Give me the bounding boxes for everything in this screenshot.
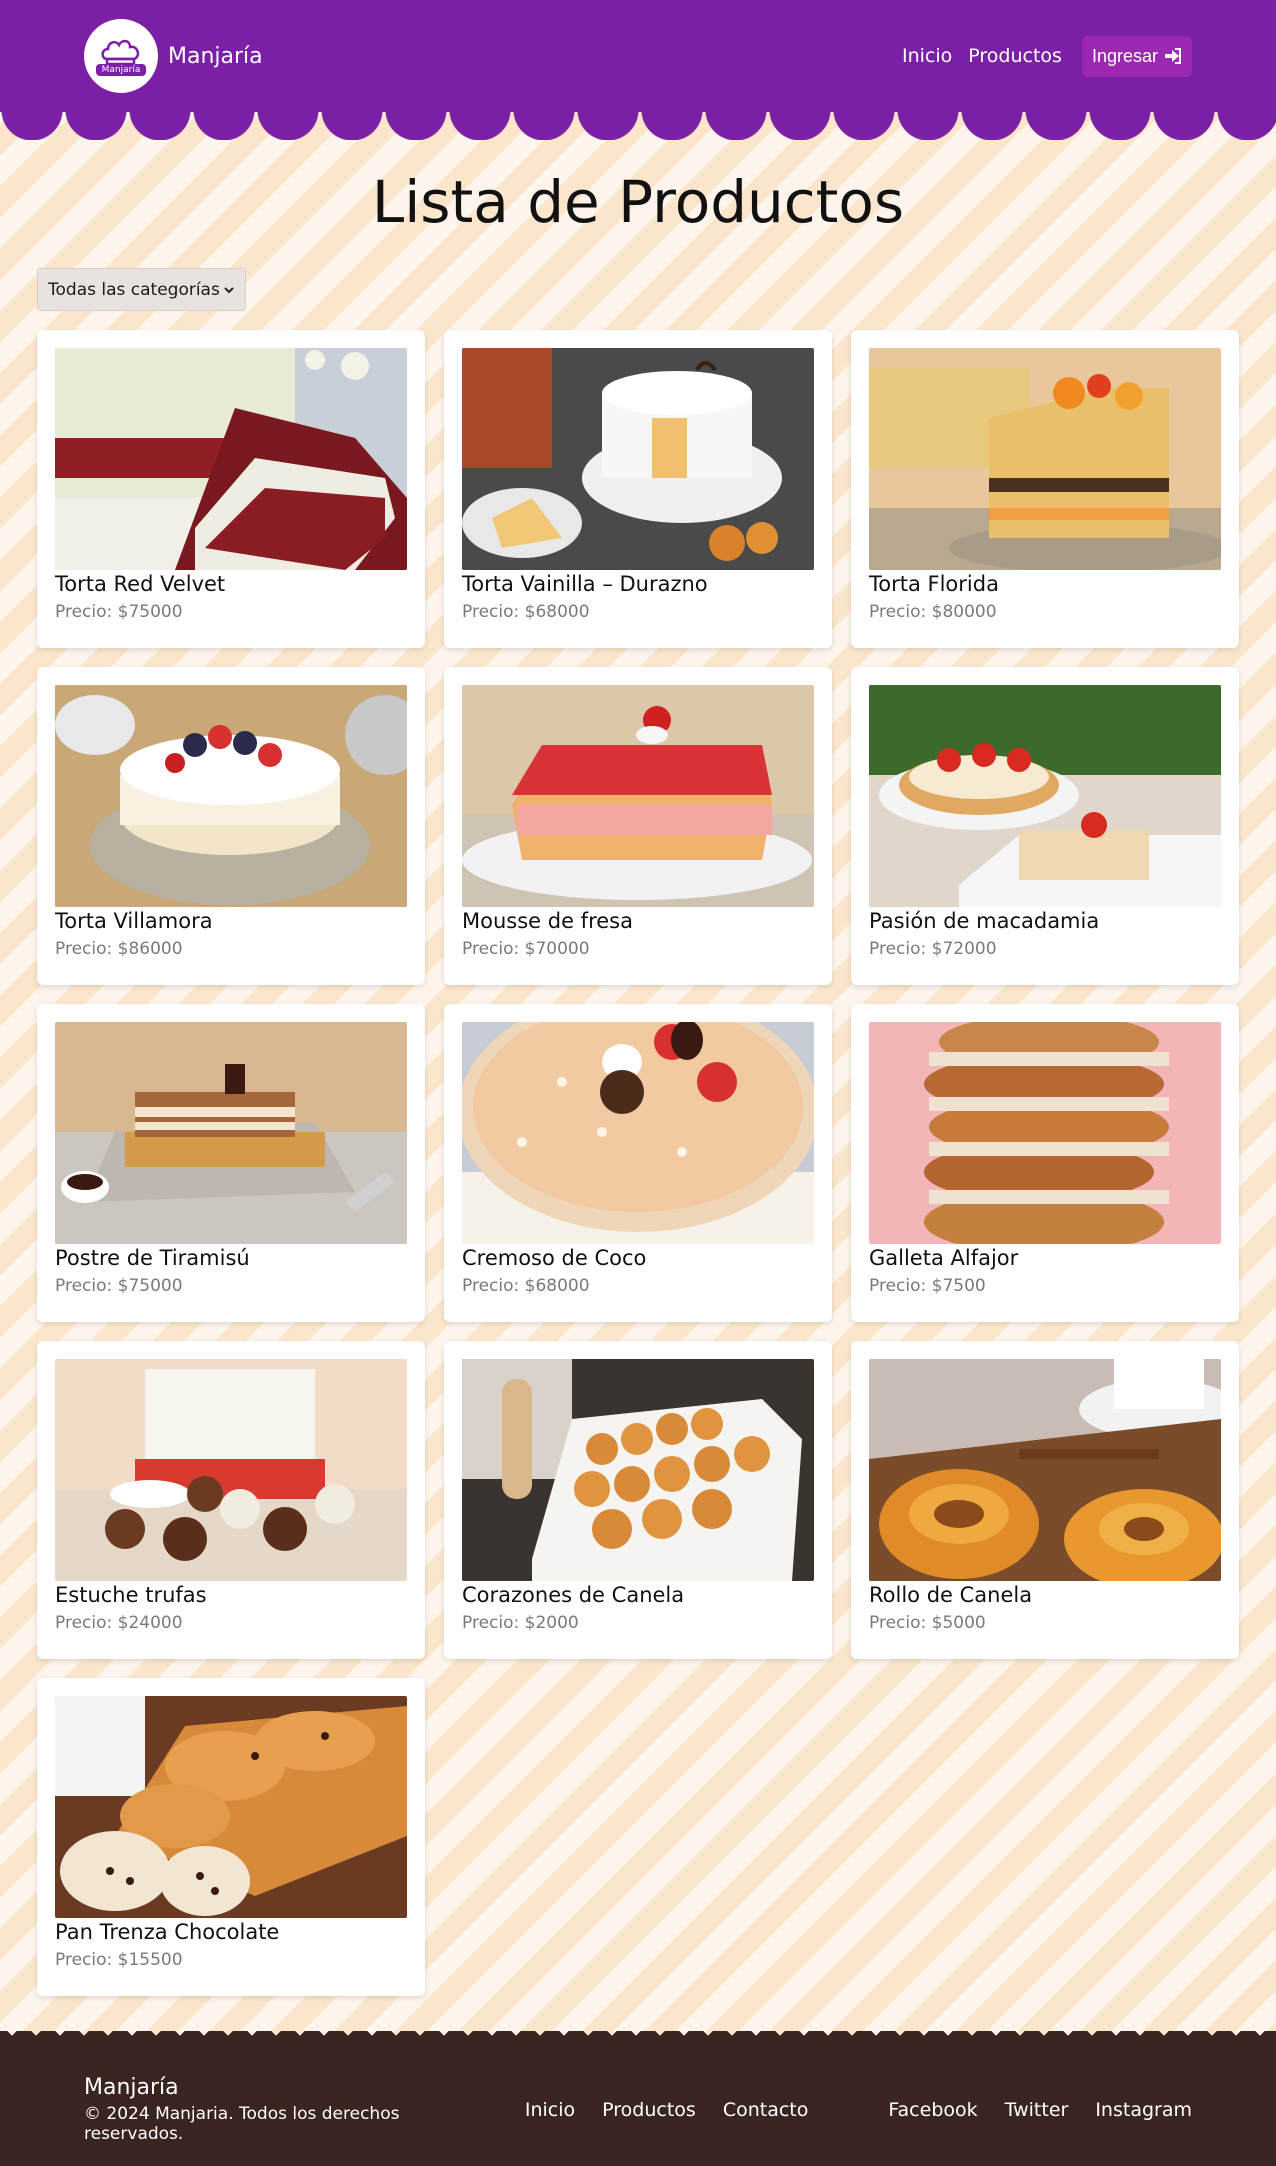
product-card[interactable]: Rollo de Canela Precio: $5000: [851, 1341, 1239, 1659]
product-card[interactable]: Torta Florida Precio: $80000: [851, 330, 1239, 648]
product-name: Torta Florida: [869, 572, 999, 596]
product-card[interactable]: Galleta Alfajor Precio: $7500: [851, 1004, 1239, 1322]
product-card[interactable]: Torta Villamora Precio: $86000: [37, 667, 425, 985]
chevron-down-icon: [224, 286, 234, 293]
footer-brand: Manjaría © 2024 Manjaria. Todos los dere…: [84, 2075, 498, 2144]
chef-hat-icon: [101, 39, 140, 65]
nav-links: Inicio Productos Ingresar: [886, 35, 1192, 77]
product-image-florida: [869, 348, 1221, 570]
page-title: Lista de Productos: [371, 168, 905, 236]
footer-copyright: © 2024 Manjaria. Todos los derechos rese…: [84, 2104, 400, 2144]
product-card[interactable]: Postre de Tiramisú Precio: $75000: [37, 1004, 425, 1322]
logo[interactable]: Manjaría: [84, 19, 158, 93]
product-image-rollo-canela: [869, 1359, 1221, 1581]
footer-link-facebook[interactable]: Facebook: [888, 2099, 977, 2121]
product-card[interactable]: Torta Vainilla – Durazno Precio: $68000: [444, 330, 832, 648]
brand[interactable]: Manjaría Manjaría: [84, 19, 263, 93]
product-image-tiramisu: [55, 1022, 407, 1244]
product-card[interactable]: Estuche trufas Precio: $24000: [37, 1341, 425, 1659]
product-price: Precio: $80000: [869, 602, 997, 622]
product-card[interactable]: Pan Trenza Chocolate Precio: $15500: [37, 1678, 425, 1996]
product-name: Postre de Tiramisú: [55, 1246, 250, 1270]
brand-name[interactable]: Manjaría: [168, 44, 263, 69]
footer-links: Inicio Productos Contacto Facebook Twitt…: [498, 2099, 1192, 2121]
product-image-cremoso-coco: [462, 1022, 814, 1244]
product-name: Pasión de macadamia: [869, 909, 1100, 933]
product-image-corazones-canela: [462, 1359, 814, 1581]
product-price: Precio: $70000: [462, 939, 590, 959]
footer-link-twitter[interactable]: Twitter: [1005, 2099, 1069, 2121]
product-image-villamora: [55, 685, 407, 907]
product-image-mousse-fresa: [462, 685, 814, 907]
product-price: Precio: $75000: [55, 1276, 183, 1296]
product-card[interactable]: Corazones de Canela Precio: $2000: [444, 1341, 832, 1659]
product-name: Galleta Alfajor: [869, 1246, 1019, 1270]
product-price: Precio: $75000: [55, 602, 183, 622]
product-price: Precio: $72000: [869, 939, 997, 959]
product-card[interactable]: Cremoso de Coco Precio: $68000: [444, 1004, 832, 1322]
footer-link-inicio[interactable]: Inicio: [525, 2099, 575, 2121]
logo-text: Manjaría: [95, 63, 147, 76]
product-image-red-velvet: [55, 348, 407, 570]
product-price: Precio: $68000: [462, 602, 590, 622]
product-grid: Torta Red Velvet Precio: $75000 Torta Va…: [37, 330, 1239, 1996]
product-price: Precio: $5000: [869, 1613, 986, 1633]
footer-link-contacto[interactable]: Contacto: [723, 2099, 809, 2121]
footer-brand-name: Manjaría: [84, 2075, 179, 2100]
product-price: Precio: $7500: [869, 1276, 986, 1296]
product-card[interactable]: Pasión de macadamia Precio: $72000: [851, 667, 1239, 985]
product-name: Mousse de fresa: [462, 909, 633, 933]
category-filter-select[interactable]: Todas las categorías: [37, 268, 246, 311]
product-price: Precio: $15500: [55, 1950, 183, 1970]
navbar-scallop-border: [0, 110, 1276, 140]
nav-link-inicio[interactable]: Inicio: [902, 45, 952, 67]
product-image-pasion-macadamia: [869, 685, 1221, 907]
product-name: Pan Trenza Chocolate: [55, 1920, 280, 1944]
product-name: Rollo de Canela: [869, 1583, 1033, 1607]
product-card[interactable]: Mousse de fresa Precio: $70000: [444, 667, 832, 985]
footer-link-productos[interactable]: Productos: [602, 2099, 696, 2121]
product-image-galleta-alfajor: [869, 1022, 1221, 1244]
product-image-pan-trenza: [55, 1696, 407, 1918]
footer-link-instagram[interactable]: Instagram: [1095, 2099, 1192, 2121]
product-name: Estuche trufas: [55, 1583, 207, 1607]
product-price: Precio: $24000: [55, 1613, 183, 1633]
navbar: Manjaría Manjaría Inicio Productos Ingre…: [0, 0, 1276, 112]
product-name: Corazones de Canela: [462, 1583, 685, 1607]
footer: Manjaría © 2024 Manjaria. Todos los dere…: [0, 2053, 1276, 2166]
nav-link-productos[interactable]: Productos: [968, 45, 1062, 67]
category-filter-value: Todas las categorías: [48, 279, 220, 300]
product-image-estuche-trufas: [55, 1359, 407, 1581]
product-name: Torta Vainilla – Durazno: [462, 572, 708, 596]
product-card[interactable]: Torta Red Velvet Precio: $75000: [37, 330, 425, 648]
login-button[interactable]: Ingresar: [1081, 35, 1192, 77]
product-price: Precio: $2000: [462, 1613, 579, 1633]
product-name: Torta Villamora: [55, 909, 213, 933]
footer-zigzag-border: [0, 2031, 1276, 2055]
product-price: Precio: $68000: [462, 1276, 590, 1296]
login-label: Ingresar: [1091, 45, 1158, 66]
product-name: Torta Red Velvet: [55, 572, 226, 596]
sign-in-icon: [1165, 48, 1181, 64]
product-price: Precio: $86000: [55, 939, 183, 959]
product-name: Cremoso de Coco: [462, 1246, 647, 1270]
product-image-vainilla-durazno: [462, 348, 814, 570]
